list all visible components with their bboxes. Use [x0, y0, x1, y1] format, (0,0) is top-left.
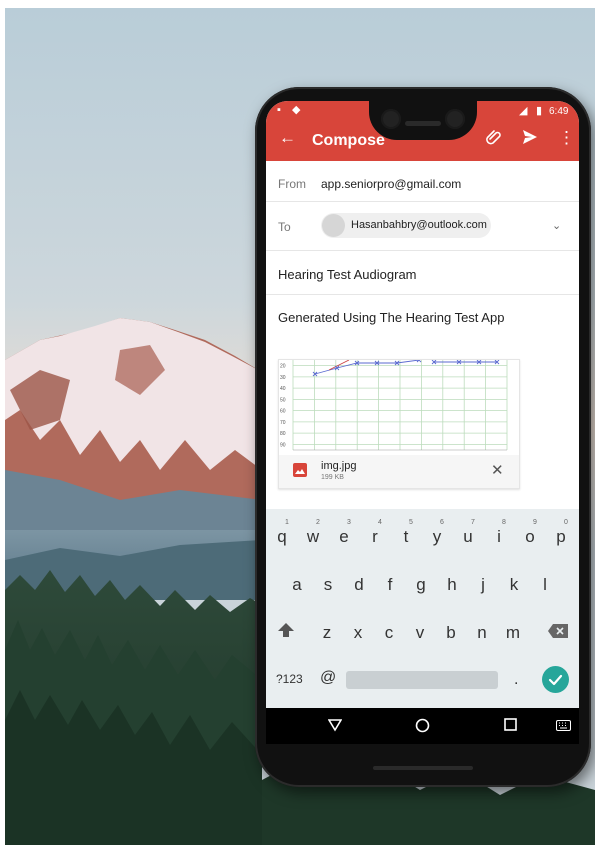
- shift-icon[interactable]: [276, 621, 298, 639]
- key-s[interactable]: s: [314, 575, 342, 595]
- key-u[interactable]: u: [454, 527, 482, 547]
- android-icon: ◆: [292, 104, 301, 116]
- recipient-chip[interactable]: Hasanbahbry@outlook.com: [321, 213, 491, 238]
- key-hint-5: 5: [409, 519, 413, 526]
- back-arrow-icon[interactable]: ←: [279, 129, 296, 147]
- audiogram-series-red: [328, 360, 350, 371]
- key-hint-7: 7: [471, 519, 475, 526]
- key-o[interactable]: o: [516, 527, 544, 547]
- close-icon[interactable]: ✕: [491, 461, 504, 479]
- at-key[interactable]: @: [320, 669, 336, 687]
- to-row: To Hasanbahbry@outlook.com ⌄: [266, 202, 579, 251]
- audiogram-preview: 20 30 40 50 60 70 80 90: [279, 360, 519, 455]
- key-c[interactable]: c: [375, 623, 403, 643]
- period-key[interactable]: .: [514, 671, 518, 689]
- backspace-icon[interactable]: [547, 623, 569, 639]
- attach-icon[interactable]: [486, 129, 502, 149]
- keyboard: q1 w2 e3 r4 t5 y6 u7 i8 o9 p0 asdfghjkl zxcvbnm ?…: [266, 509, 579, 708]
- key-hint-0: 0: [564, 519, 568, 526]
- key-n[interactable]: n: [468, 623, 496, 643]
- avatar: [322, 214, 345, 237]
- y-tick-label: 80: [280, 431, 286, 437]
- scene: ▪ ◆ ◢ ▮ 6:49 ← Compose ⋮ From app.senior…: [0, 0, 595, 845]
- key-l[interactable]: l: [531, 575, 559, 595]
- notification-icon: ▪: [277, 104, 281, 116]
- image-file-icon: [293, 463, 307, 477]
- key-k[interactable]: k: [500, 575, 528, 595]
- key-hint-6: 6: [440, 519, 444, 526]
- key-z[interactable]: z: [313, 623, 341, 643]
- attachment-name: img.jpg: [321, 460, 357, 472]
- key-m[interactable]: m: [499, 623, 527, 643]
- space-key[interactable]: [346, 671, 498, 689]
- key-hint-2: 2: [316, 519, 320, 526]
- y-tick-label: 70: [280, 420, 286, 426]
- key-hint-4: 4: [378, 519, 382, 526]
- y-tick-label: 50: [280, 397, 286, 403]
- key-j[interactable]: j: [469, 575, 497, 595]
- key-b[interactable]: b: [437, 623, 465, 643]
- y-tick-label: 60: [280, 409, 286, 415]
- key-y[interactable]: y: [423, 527, 451, 547]
- phone-speaker: [405, 121, 441, 126]
- nav-home-icon[interactable]: [415, 718, 430, 736]
- front-camera-left: [381, 109, 401, 129]
- phone-notch: [369, 97, 477, 140]
- key-hint-8: 8: [502, 519, 506, 526]
- from-row: From app.seniorpro@gmail.com: [266, 161, 579, 202]
- key-e[interactable]: e: [330, 527, 358, 547]
- key-a[interactable]: a: [283, 575, 311, 595]
- key-i[interactable]: i: [485, 527, 513, 547]
- y-tick-label: 30: [280, 375, 286, 381]
- attachment-card[interactable]: 20 30 40 50 60 70 80 90 img.jpg 199 KB ✕: [278, 359, 520, 489]
- key-hint-9: 9: [533, 519, 537, 526]
- key-d[interactable]: d: [345, 575, 373, 595]
- y-tick-label: 40: [280, 386, 286, 392]
- more-vert-icon[interactable]: ⋮: [558, 129, 575, 147]
- phone-bottom-speaker: [373, 766, 473, 770]
- key-r[interactable]: r: [361, 527, 389, 547]
- send-icon[interactable]: [522, 129, 538, 149]
- nav-recents-icon[interactable]: [504, 718, 517, 734]
- audiogram-series-line: [314, 360, 420, 375]
- attachment-footer: img.jpg 199 KB ✕: [279, 455, 519, 488]
- key-x[interactable]: x: [344, 623, 372, 643]
- keyboard-icon[interactable]: [556, 718, 571, 734]
- attachment-size: 199 KB: [321, 474, 344, 481]
- key-q[interactable]: q: [268, 527, 296, 547]
- subject-row[interactable]: Hearing Test Audiogram: [266, 251, 579, 295]
- key-hint-1: 1: [285, 519, 289, 526]
- status-time: 6:49: [549, 106, 569, 117]
- body-text[interactable]: Generated Using The Hearing Test App: [278, 310, 504, 325]
- key-f[interactable]: f: [376, 575, 404, 595]
- symbols-key[interactable]: ?123: [276, 672, 303, 686]
- from-value[interactable]: app.seniorpro@gmail.com: [321, 177, 461, 191]
- key-t[interactable]: t: [392, 527, 420, 547]
- from-label: From: [278, 177, 306, 191]
- recipient-email: Hasanbahbry@outlook.com: [351, 219, 487, 231]
- key-g[interactable]: g: [407, 575, 435, 595]
- page-title: Compose: [312, 132, 385, 149]
- battery-icon: ▮: [536, 105, 543, 117]
- nav-back-icon[interactable]: [327, 718, 343, 735]
- y-tick-label: 90: [280, 442, 286, 448]
- to-label: To: [278, 220, 291, 234]
- check-icon[interactable]: [542, 666, 569, 693]
- key-hint-3: 3: [347, 519, 351, 526]
- key-w[interactable]: w: [299, 527, 327, 547]
- front-camera-right: [445, 109, 465, 129]
- key-v[interactable]: v: [406, 623, 434, 643]
- y-tick-label: 20: [280, 364, 286, 370]
- signal-icon: ◢: [519, 105, 528, 117]
- subject-field[interactable]: Hearing Test Audiogram: [278, 267, 417, 282]
- chevron-down-icon[interactable]: ⌄: [552, 219, 561, 232]
- navigation-bar: [266, 708, 579, 744]
- phone-screen: ▪ ◆ ◢ ▮ 6:49 ← Compose ⋮ From app.senior…: [266, 101, 579, 744]
- key-p[interactable]: p: [547, 527, 575, 547]
- key-h[interactable]: h: [438, 575, 466, 595]
